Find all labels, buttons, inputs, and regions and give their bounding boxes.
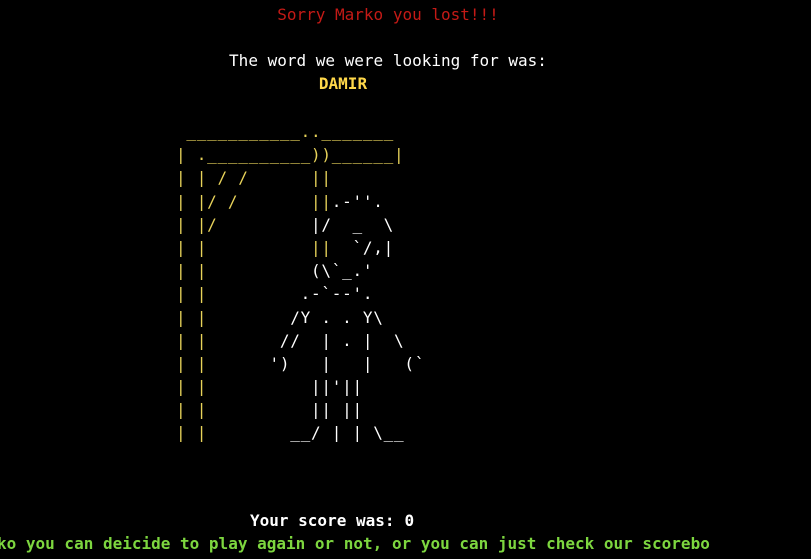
gallows-segment: ___________.._______ xyxy=(176,122,395,141)
ascii-art-line: | | / / || xyxy=(176,166,425,189)
ascii-art-line: | | .-`--'. xyxy=(176,282,425,305)
hangman-figure-segment: (\`_.' xyxy=(310,261,374,281)
ascii-art-line: | | || `/,| xyxy=(176,236,425,259)
secret-word: DAMIR xyxy=(318,74,368,93)
hangman-figure-segment: /Y . . Y\ xyxy=(290,307,384,327)
hangman-figure-segment: // | . | \ xyxy=(279,330,405,350)
hangman-figure-segment: `/,| xyxy=(331,237,395,257)
hangman-figure-segment: |/ _ \ xyxy=(310,214,395,234)
score-line: Your score was: 0 xyxy=(250,511,414,530)
gallows-segment: | | xyxy=(176,261,311,281)
ascii-art-line: | | // | . | \ xyxy=(176,329,425,352)
hangman-figure-segment: .-`--'. xyxy=(300,284,374,304)
gallows-segment: | | xyxy=(176,330,280,350)
gallows-segment: | | / / || xyxy=(176,168,332,188)
hangman-figure-segment: .-''. xyxy=(331,191,384,211)
gallows-segment: | | xyxy=(176,353,270,373)
hangman-ascii-art: ___________.._______ | .__________))_____… xyxy=(176,120,425,445)
ascii-art-line: | | __/ | | \__ xyxy=(176,421,425,444)
ascii-art-line: | .__________))______| xyxy=(176,143,425,166)
gallows-segment: | | xyxy=(176,284,301,304)
score-value: 0 xyxy=(404,511,415,530)
score-label: Your score was: xyxy=(250,511,395,530)
ascii-art-line: ___________.._______ xyxy=(176,120,425,143)
ascii-art-line: | |/ |/ _ \ xyxy=(176,213,425,236)
gallows-segment: | | || xyxy=(176,237,332,257)
gallows-segment: | | xyxy=(176,423,291,443)
gallows-segment: | .__________))______| xyxy=(176,145,405,165)
ascii-art-line: | | ||'|| xyxy=(176,375,425,398)
ascii-art-line: | |/ / ||.-''. xyxy=(176,190,425,213)
hangman-figure-segment: __/ | | \__ xyxy=(290,423,405,443)
ascii-art-line: | | /Y . . Y\ xyxy=(176,306,425,329)
hangman-figure-segment: || || xyxy=(310,400,363,420)
ascii-art-line: | | ') | | (` xyxy=(176,352,425,375)
ascii-art-line: | | (\`_.' xyxy=(176,259,425,282)
play-again-prompt: ko you can deicide to play again or not,… xyxy=(0,534,710,553)
gallows-segment: | | xyxy=(176,307,291,327)
gallows-segment: | |/ / || xyxy=(176,191,332,211)
gallows-segment: | | xyxy=(176,377,311,397)
word-reveal-label: The word we were looking for was: xyxy=(229,51,547,70)
lost-message: Sorry Marko you lost!!! xyxy=(277,5,499,24)
hangman-figure-segment: ') | | (` xyxy=(269,353,426,373)
hangman-figure-segment: ||'|| xyxy=(310,377,363,397)
gallows-segment: | | xyxy=(176,400,311,420)
gallows-segment: | |/ xyxy=(176,214,311,234)
ascii-art-line: | | || || xyxy=(176,398,425,421)
